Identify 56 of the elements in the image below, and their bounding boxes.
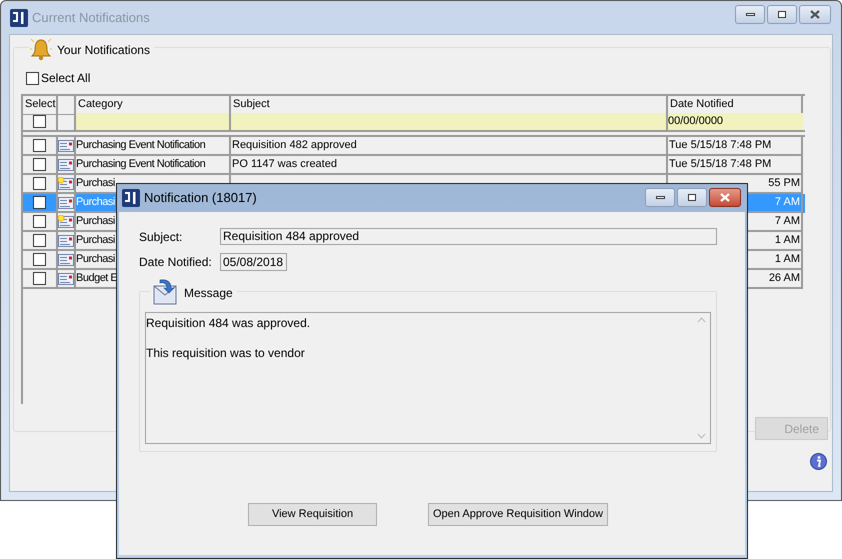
table-cell: Purchasi	[76, 196, 115, 208]
maximize-button[interactable]	[677, 188, 707, 206]
select-all-label: Select All	[41, 70, 90, 87]
table-cell: Purchasi	[76, 215, 115, 227]
table-cell: Requisition 482 approved	[232, 139, 357, 151]
view-requisition-button[interactable]: View Requisition	[248, 503, 377, 526]
table-cell: Purchasing Event Notification	[76, 139, 206, 151]
table-cell-text: 1 AM	[774, 233, 800, 248]
subject-field: Requisition 484 approved	[220, 228, 717, 245]
close-icon	[719, 192, 731, 202]
table-cell: Purchasi	[76, 177, 115, 189]
table-cell: Purchasing Event Notification	[76, 158, 206, 170]
app-logo-icon	[10, 8, 28, 26]
table-row[interactable]: Purchasing Event Notification Requisition 482 approved Tue 5/15/18 7:48 PM	[23, 137, 805, 156]
row-checkbox[interactable]	[33, 272, 46, 285]
date-field: 05/08/2018	[220, 253, 287, 271]
row-checkbox[interactable]	[33, 158, 46, 171]
column-header[interactable]: Select	[23, 96, 58, 115]
table-cell-text: 7 AM	[774, 195, 800, 210]
table-cell-text: 7 AM	[774, 214, 800, 229]
open-approve-button[interactable]: Open Approve Requisition Window	[428, 503, 608, 526]
row-checkbox[interactable]	[33, 234, 46, 247]
table-cell: Purchasi	[76, 253, 115, 265]
table-cell: PO 1147 was created	[232, 158, 337, 170]
message-text: This requisition was to vendor	[146, 345, 306, 362]
minimize-button[interactable]	[735, 5, 765, 24]
select-all-checkbox[interactable]	[26, 72, 39, 84]
row-checkbox[interactable]	[33, 177, 46, 190]
group-title: Your Notifications	[57, 42, 150, 59]
message-text-area[interactable]: Requisition 484 was approved. This requisition was to vendor	[145, 312, 711, 444]
row-checkbox[interactable]	[33, 253, 46, 266]
bell-icon	[29, 37, 53, 63]
close-icon	[809, 10, 821, 19]
row-checkbox[interactable]	[33, 196, 46, 209]
info-icon[interactable]	[810, 453, 827, 470]
date-label: Date Notified:	[139, 254, 213, 271]
table-cell-text: Tue 5/15/18 7:48 PM	[669, 138, 772, 153]
row-checkbox[interactable]	[33, 215, 46, 228]
minimize-button[interactable]	[645, 188, 675, 206]
app-logo-icon	[122, 189, 140, 207]
maximize-button[interactable]	[767, 5, 797, 24]
message-text: Requisition 484 was approved.	[146, 315, 312, 332]
table-row[interactable]: Purchasing Event Notification PO 1147 was created Tue 5/15/18 7:48 PM	[23, 156, 805, 175]
close-button[interactable]	[799, 5, 831, 24]
table-cell-text: 55 PM	[768, 176, 800, 191]
table-cell-text: 26 AM	[768, 271, 800, 286]
filter-checkbox[interactable]	[33, 115, 46, 128]
close-button[interactable]	[709, 188, 741, 206]
row-checkbox[interactable]	[33, 139, 46, 152]
table-cell: Purchasi	[76, 234, 115, 246]
filter-field[interactable]: 00/00/0000	[668, 113, 803, 130]
filter-field[interactable]	[231, 113, 668, 130]
filter-field[interactable]	[76, 113, 231, 130]
window-title: Current Notifications	[32, 8, 150, 27]
table-cell-text: 1 AM	[774, 252, 800, 267]
table-cell-text: Tue 5/15/18 7:48 PM	[669, 157, 772, 172]
